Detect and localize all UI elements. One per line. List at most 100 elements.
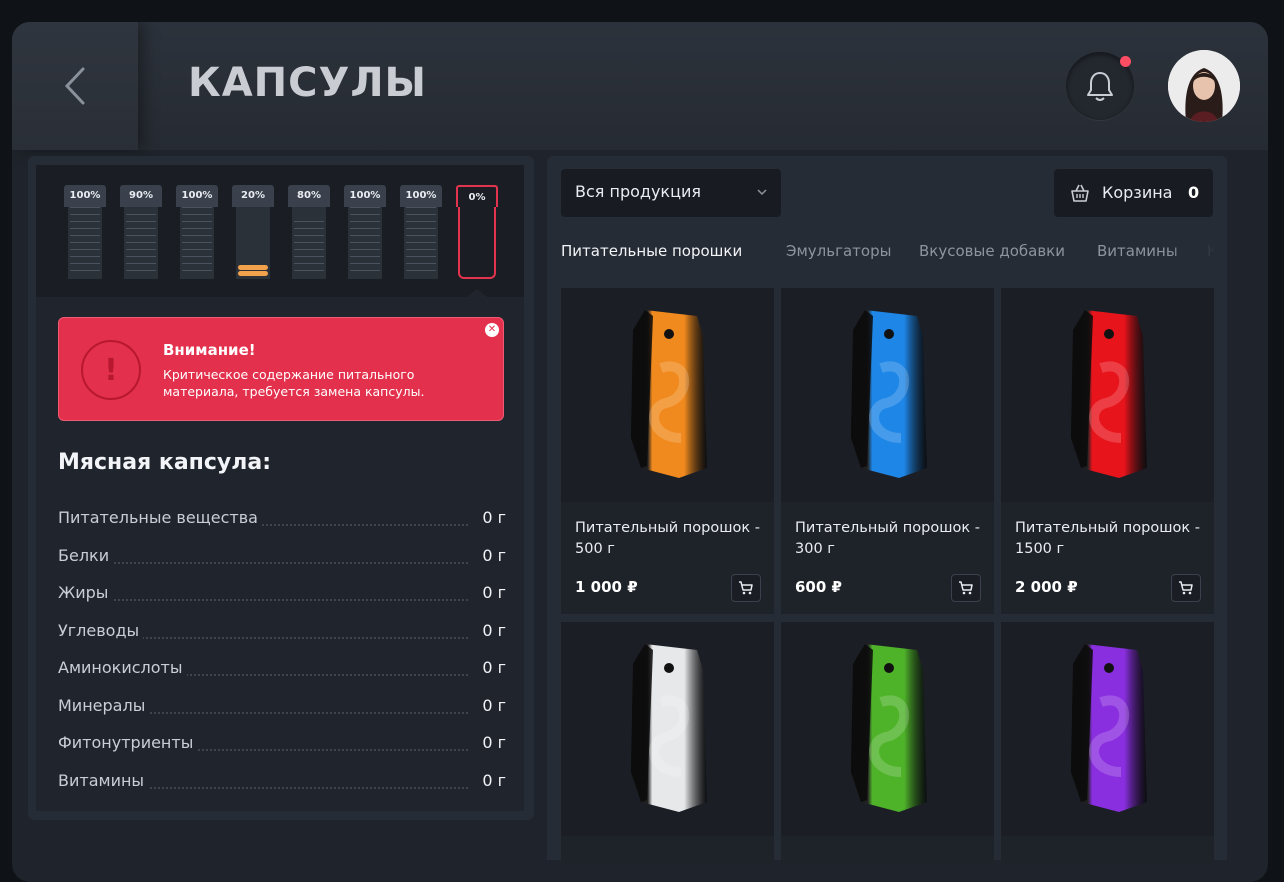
- capsule-level-line: [406, 270, 436, 271]
- capsule-level-line: [182, 256, 212, 257]
- nutrient-row: Белки 0 г: [58, 545, 506, 568]
- product-image[interactable]: [1001, 622, 1214, 836]
- capsule-level-line: [294, 256, 324, 257]
- cart-button[interactable]: Корзина 0: [1054, 169, 1213, 217]
- back-button[interactable]: [12, 22, 138, 150]
- capsule-body: [180, 207, 214, 279]
- capsule-level-line: [182, 242, 212, 243]
- add-to-cart-button[interactable]: [951, 574, 981, 602]
- user-photo-icon: [1168, 50, 1240, 122]
- capsule-level-line: [182, 263, 212, 264]
- capsule-level-line: [350, 249, 380, 250]
- capsule-level-line: [294, 235, 324, 236]
- product-card[interactable]: Питательный порошок - 300 г 600 ₽: [781, 288, 994, 614]
- cart-label: Корзина: [1102, 183, 1173, 202]
- chevron-down-icon: [757, 189, 767, 196]
- product-image[interactable]: [561, 622, 774, 836]
- capsule-level-line: [406, 207, 436, 208]
- capsule-level-line: [406, 249, 436, 250]
- nutrient-name: Фитонутриенты: [58, 733, 198, 752]
- selection-pointer: [467, 289, 487, 297]
- add-to-cart-button[interactable]: [731, 574, 761, 602]
- cart-icon: [959, 581, 973, 595]
- cart-icon: [739, 581, 753, 595]
- capsule-level-line: [350, 207, 380, 208]
- nutrient-value: 0 г: [482, 733, 506, 752]
- product-title[interactable]: Питательный порошок - 300 г: [795, 518, 985, 560]
- capsule-strip: 100% 90% 100% 20% 80% 100% 100% 0%: [36, 165, 524, 297]
- capsule-level-line: [70, 249, 100, 250]
- capsule-level-line: [406, 221, 436, 222]
- product-image[interactable]: [781, 288, 994, 502]
- capsule-level-line: [294, 249, 324, 250]
- cart-icon: [1179, 581, 1193, 595]
- product-image[interactable]: [561, 288, 774, 502]
- tab-category[interactable]: Питательные порошки: [561, 242, 742, 260]
- product-price: 1 000 ₽: [575, 578, 638, 596]
- capsule-body: [348, 207, 382, 279]
- capsule-body: [404, 207, 438, 279]
- capsule-level-line: [350, 221, 380, 222]
- capsule-item[interactable]: 0%: [456, 185, 498, 281]
- alert-banner: ! Внимание! Критическое содержание питал…: [58, 317, 504, 421]
- capsule-level-line: [406, 228, 436, 229]
- product-filter-select[interactable]: Вся продукция: [561, 169, 781, 217]
- product-image[interactable]: [781, 622, 994, 836]
- nutrient-value: 0 г: [482, 620, 506, 640]
- capsule-level-line: [70, 263, 100, 264]
- category-tabs: Питательные порошки Эмульгаторы Вкусовые д…: [561, 240, 1227, 270]
- tab-category[interactable]: Эмульгаторы: [786, 242, 891, 260]
- tab-category[interactable]: Вкусовые добавки: [919, 242, 1065, 260]
- nutrient-name: Питательные вещества: [58, 508, 262, 527]
- nutrient-value: 0 г: [482, 658, 506, 677]
- capsule-level-label: 80%: [288, 185, 330, 207]
- capsule-level-line: [182, 221, 212, 222]
- nutrient-row: Углеводы 0 г: [58, 620, 506, 643]
- capsule-level-line: [126, 263, 156, 264]
- capsule-level-line: [70, 235, 100, 236]
- capsule-item[interactable]: 80%: [288, 185, 330, 281]
- capsule-level-line: [182, 235, 212, 236]
- capsule-level-line: [406, 256, 436, 257]
- powder-bag-icon: [851, 310, 927, 478]
- page-title: КАПСУЛЫ: [188, 60, 427, 106]
- capsule-level-label: 100%: [64, 185, 106, 207]
- capsule-item[interactable]: 100%: [344, 185, 386, 281]
- product-card[interactable]: [561, 622, 774, 864]
- close-icon[interactable]: ✕: [485, 323, 499, 337]
- avatar[interactable]: [1168, 50, 1240, 122]
- capsule-level-line: [294, 242, 324, 243]
- tab-category[interactable]: Витамины: [1097, 242, 1178, 260]
- product-title[interactable]: Питательный порошок - 500 г: [575, 518, 765, 560]
- capsule-item[interactable]: 100%: [400, 185, 442, 281]
- capsule-level-line: [70, 207, 100, 208]
- product-card[interactable]: Питательный порошок - 500 г 1 000 ₽: [561, 288, 774, 614]
- capsule-level-line: [182, 270, 212, 271]
- nutrient-value: 0 г: [482, 545, 506, 565]
- capsule-level-line: [350, 214, 380, 215]
- product-card[interactable]: [781, 622, 994, 864]
- product-card[interactable]: Питательный порошок - 1500 г 2 000 ₽: [1001, 288, 1214, 614]
- nutrient-row: Аминокислоты 0 г: [58, 658, 506, 680]
- capsule-title: Мясная капсула:: [58, 450, 272, 475]
- capsule-level-label: 100%: [400, 185, 442, 207]
- powder-bag-icon: [1071, 644, 1147, 812]
- powder-bag-icon: [851, 644, 927, 812]
- capsule-item[interactable]: 100%: [64, 185, 106, 281]
- product-title[interactable]: Питательный порошок - 1500 г: [1015, 518, 1205, 560]
- alert-title: Внимание!: [163, 341, 256, 359]
- chevron-left-icon: [64, 67, 85, 105]
- capsule-level-line: [182, 214, 212, 215]
- product-image[interactable]: [1001, 288, 1214, 502]
- capsule-item[interactable]: 100%: [176, 185, 218, 281]
- product-card[interactable]: [1001, 622, 1214, 864]
- capsule-level-line: [406, 235, 436, 236]
- product-price: 600 ₽: [795, 578, 842, 596]
- powder-bag-icon: [1071, 310, 1147, 478]
- capsule-level-line: [70, 270, 100, 271]
- add-to-cart-button[interactable]: [1171, 574, 1201, 602]
- cart-count: 0: [1188, 183, 1200, 202]
- capsule-item[interactable]: 20%: [232, 185, 274, 281]
- capsule-item[interactable]: 90%: [120, 185, 162, 281]
- capsule-level-line: [182, 249, 212, 250]
